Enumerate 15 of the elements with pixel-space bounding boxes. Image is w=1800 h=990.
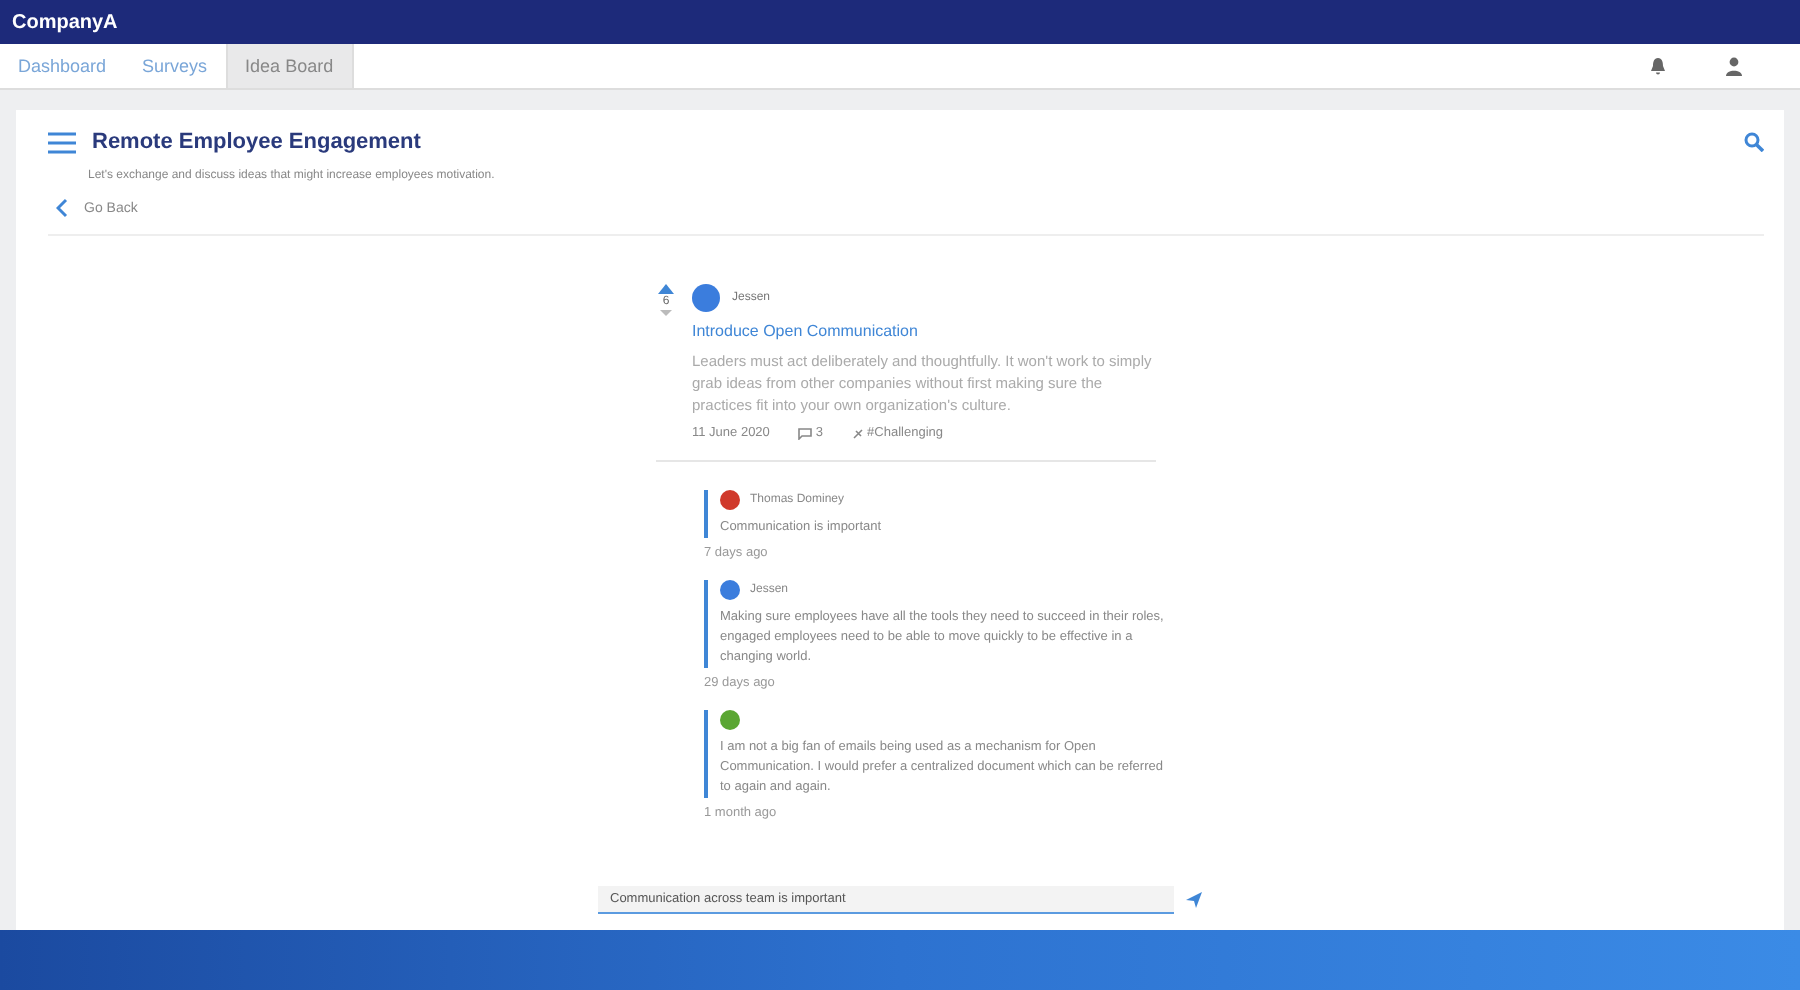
nav-tab[interactable]: Dashboard <box>0 44 125 88</box>
app-name: CompanyA <box>12 11 118 33</box>
search-icon[interactable] <box>1744 132 1764 152</box>
chevron-left-icon <box>56 198 68 218</box>
user-icon[interactable] <box>1724 56 1744 76</box>
board-title: Remote Employee Engagement <box>92 130 423 154</box>
send-icon[interactable] <box>1186 892 1202 908</box>
nav-tab[interactable]: Surveys <box>124 44 226 88</box>
bell-icon[interactable] <box>1648 56 1668 76</box>
post-title[interactable]: Introduce Open Communication <box>692 322 1156 340</box>
downvote-icon[interactable] <box>660 310 672 316</box>
comment-icon <box>797 427 812 439</box>
nav-tab[interactable]: Idea Board <box>225 44 354 88</box>
upvote-icon[interactable] <box>658 284 674 294</box>
menu-icon[interactable] <box>48 131 76 153</box>
